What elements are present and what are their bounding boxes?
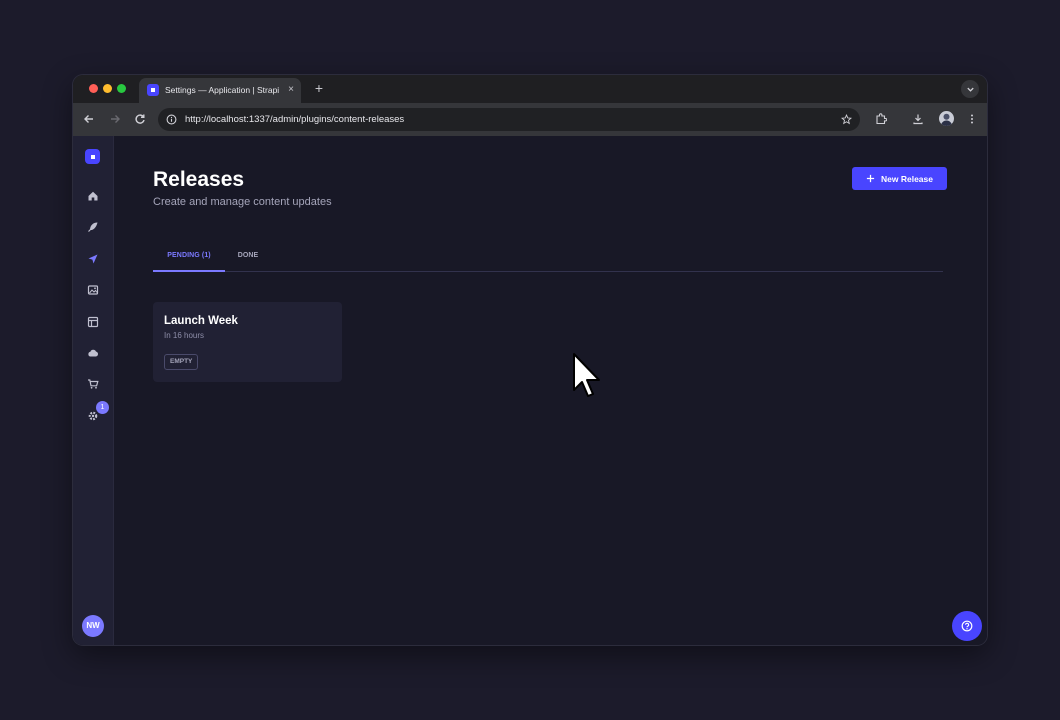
main-navigation: 1 NW	[73, 136, 114, 645]
user-avatar[interactable]: NW	[82, 615, 104, 637]
sidebar-item-deploy[interactable]	[83, 343, 103, 363]
release-tabs: PENDING (1) DONE	[153, 243, 943, 273]
tab-done[interactable]: DONE	[229, 243, 267, 272]
close-tab-icon[interactable]: ×	[285, 83, 297, 97]
browser-menu-icon[interactable]	[964, 111, 980, 127]
site-info-icon[interactable]	[164, 112, 179, 127]
browser-window: Settings — Application | Strapi × + http…	[73, 75, 987, 645]
minimize-window-button[interactable]	[103, 84, 112, 93]
release-card[interactable]: Launch Week In 16 hours EMPTY	[153, 302, 342, 382]
status-badge: EMPTY	[164, 354, 199, 370]
sidebar-item-content-manager[interactable]	[83, 217, 103, 237]
sidebar-item-home[interactable]	[83, 186, 103, 206]
close-window-button[interactable]	[89, 84, 98, 93]
sidebar-item-releases[interactable]	[83, 249, 103, 269]
page-title: Releases	[153, 168, 245, 191]
feather-icon	[88, 222, 98, 232]
reload-button[interactable]	[132, 111, 148, 127]
paper-plane-icon	[88, 254, 98, 264]
arrow-left-icon	[84, 115, 93, 123]
strapi-admin: 1 NW Releases Create and manage content …	[73, 136, 987, 645]
address-bar[interactable]: http://localhost:1337/admin/plugins/cont…	[158, 108, 860, 131]
home-icon	[88, 191, 98, 201]
image-icon	[87, 285, 99, 295]
tab-pending[interactable]: PENDING (1)	[153, 243, 225, 272]
browser-toolbar: http://localhost:1337/admin/plugins/cont…	[73, 103, 987, 136]
new-release-button[interactable]: New Release	[852, 167, 947, 190]
main-content: Releases Create and manage content updat…	[114, 136, 987, 645]
new-release-label: New Release	[881, 173, 933, 184]
url-text: http://localhost:1337/admin/plugins/cont…	[185, 114, 405, 125]
forward-button[interactable]	[107, 111, 123, 127]
maximize-window-button[interactable]	[117, 84, 126, 93]
reload-icon	[135, 114, 145, 124]
page-subtitle: Create and manage content updates	[153, 196, 332, 208]
tab-strip: Settings — Application | Strapi × +	[73, 75, 987, 103]
release-schedule: In 16 hours	[164, 331, 205, 340]
strapi-logo-icon[interactable]	[85, 149, 100, 164]
mouse-pointer-icon	[573, 353, 600, 397]
help-button[interactable]	[952, 611, 982, 641]
chevron-down-icon	[966, 87, 974, 92]
tabs-divider	[153, 271, 943, 272]
settings-notification-badge: 1	[96, 401, 109, 414]
arrow-right-icon	[111, 115, 120, 123]
sidebar-item-marketplace[interactable]	[83, 374, 103, 394]
cart-icon	[88, 379, 99, 389]
extensions-puzzle-icon[interactable]	[873, 111, 889, 127]
profile-avatar-icon[interactable]	[939, 111, 954, 126]
tab-title: Settings — Application | Strapi	[165, 85, 280, 95]
sidebar-item-content-type-builder[interactable]	[83, 312, 103, 332]
question-icon	[961, 620, 973, 632]
layout-icon	[87, 316, 99, 328]
cloud-icon	[88, 349, 99, 357]
downloads-icon[interactable]	[910, 111, 926, 127]
plus-icon	[866, 174, 875, 183]
strapi-favicon-icon	[147, 84, 159, 96]
tab-search-button[interactable]	[961, 80, 979, 98]
back-button[interactable]	[81, 111, 97, 127]
bookmark-star-icon[interactable]	[839, 112, 854, 127]
release-name: Launch Week	[164, 315, 238, 327]
new-tab-button[interactable]: +	[311, 80, 327, 96]
browser-tab[interactable]: Settings — Application | Strapi ×	[139, 78, 301, 103]
sidebar-item-media-library[interactable]	[83, 280, 103, 300]
